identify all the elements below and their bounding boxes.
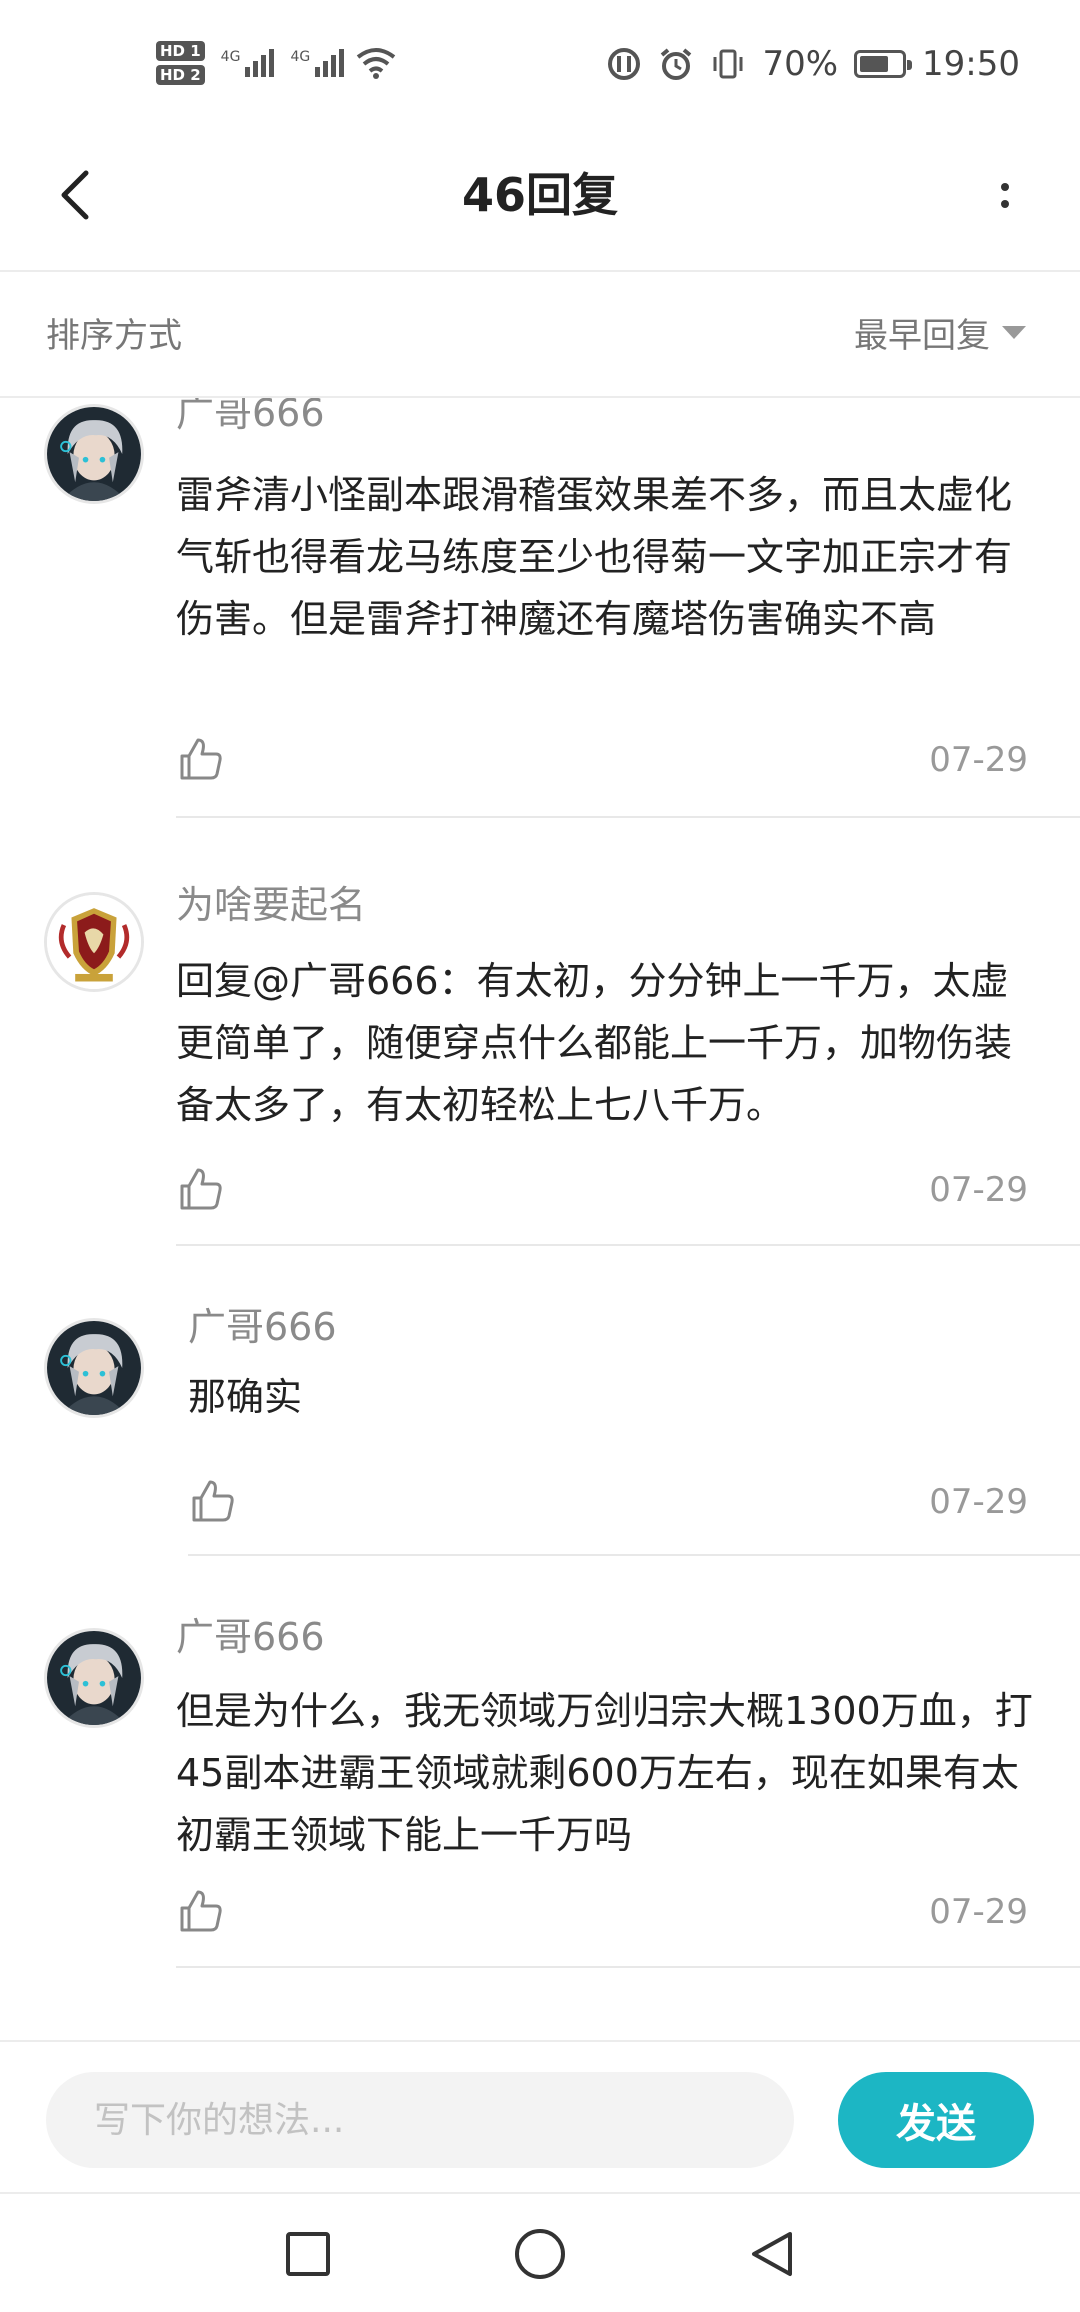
circle-icon [515, 2229, 565, 2279]
data-saver-icon [608, 48, 641, 80]
comment-divider [176, 816, 1080, 818]
anime-avatar-image [47, 407, 141, 501]
more-vertical-icon [1001, 182, 1009, 191]
comment-item: 广哥666 那确实 07-29 [0, 1305, 1080, 1618]
comment-date: 07-29 [929, 740, 1028, 780]
square-icon [286, 2232, 330, 2276]
comment-username[interactable]: 广哥666 [176, 1614, 325, 1660]
avatar[interactable] [44, 892, 144, 992]
more-options-button[interactable] [970, 160, 1040, 230]
sort-selected-value: 最早回复 [854, 316, 990, 356]
caret-down-icon [1002, 326, 1026, 339]
comment-text: 回复@广哥666：有太初，分分钟上一千万，太虚更简单了，随便穿点什么都能上一千万… [176, 959, 1013, 1127]
sort-dropdown[interactable]: 最早回复 [854, 308, 1026, 357]
comment-username[interactable]: 广哥666 [188, 1304, 337, 1350]
comment-username[interactable]: 为啥要起名 [176, 882, 366, 928]
comment-date: 07-29 [929, 1892, 1028, 1932]
page-title: 46回复 [461, 168, 618, 222]
anime-avatar-image [47, 1631, 141, 1725]
thumbs-up-icon [180, 738, 222, 780]
reply-input[interactable] [46, 2072, 794, 2168]
comment-date: 07-29 [929, 1482, 1028, 1522]
like-button[interactable] [176, 734, 226, 784]
network-type-1: 4G [220, 49, 241, 65]
signal-icon-2: 4G [290, 49, 345, 77]
comment-divider [176, 1966, 1080, 1968]
comment-text: 但是为什么，我无领域万剑归宗大概1300万血，打45副本进霸王领域就剩600万左… [176, 1689, 1033, 1857]
clock: 19:50 [922, 44, 1020, 84]
comment-username[interactable]: 广哥666 [176, 398, 325, 436]
sort-label: 排序方式 [46, 316, 182, 356]
like-button[interactable] [188, 1476, 238, 1526]
status-bar: HD 1 HD 2 4G 4G 70% 19:50 [0, 0, 1080, 130]
vibrate-icon [713, 49, 743, 79]
home-button[interactable] [510, 2224, 570, 2284]
back-nav-button[interactable] [742, 2224, 802, 2284]
avatar[interactable] [44, 1318, 144, 1418]
comment-divider [188, 1554, 1080, 1556]
thumbs-up-icon [180, 1890, 222, 1932]
comment-divider [176, 1244, 1080, 1246]
battery-level [860, 56, 889, 72]
thumbs-up-icon [192, 1480, 234, 1522]
thumbs-up-icon [180, 1168, 222, 1210]
reply-input-bar: 发送 [0, 2040, 1080, 2194]
hd2-badge: HD 2 [156, 65, 205, 85]
comment-item: 为啥要起名 回复@广哥666：有太初，分分钟上一千万，太虚更简单了，随便穿点什么… [0, 883, 1080, 1292]
comment-item: 广哥666 雷斧清小怪副本跟滑稽蛋效果差不多，而且太虚化气斩也得看龙马练度至少也… [0, 398, 1080, 822]
title-bar: 46回复 [0, 130, 1080, 270]
hd1-badge: HD 1 [156, 41, 205, 61]
like-button[interactable] [176, 1886, 226, 1936]
avatar[interactable] [44, 1628, 144, 1728]
alarm-icon [661, 48, 692, 80]
battery-percent: 70% [762, 44, 839, 84]
status-right: 70% 19:50 [606, 36, 1020, 92]
recents-button[interactable] [278, 2224, 338, 2284]
signal-icon: 4G [221, 49, 275, 77]
comment-text: 雷斧清小怪副本跟滑稽蛋效果差不多，而且太虚化气斩也得看龙马练度至少也得菊一文字加… [176, 473, 1013, 641]
wifi-icon [356, 48, 396, 79]
crest-avatar-image [47, 895, 141, 989]
anime-avatar-image [47, 1321, 141, 1415]
sort-bar: 排序方式 最早回复 [0, 272, 1080, 396]
comment-list[interactable]: 广哥666 雷斧清小怪副本跟滑稽蛋效果差不多，而且太虚化气斩也得看龙马练度至少也… [0, 398, 1080, 2038]
status-left: HD 1 HD 2 4G 4G [156, 28, 398, 98]
comment-text: 那确实 [188, 1375, 303, 1419]
system-nav-bar [0, 2192, 1080, 2312]
network-type-2: 4G [290, 49, 311, 65]
battery-icon [854, 50, 913, 78]
comment-item: 广哥666 但是为什么，我无领域万剑归宗大概1300万血，打45副本进霸王领域就… [0, 1615, 1080, 2038]
send-button[interactable]: 发送 [838, 2072, 1034, 2168]
avatar[interactable] [44, 404, 144, 504]
comment-date: 07-29 [929, 1170, 1028, 1210]
triangle-back-icon [752, 2232, 792, 2276]
like-button[interactable] [176, 1164, 226, 1214]
